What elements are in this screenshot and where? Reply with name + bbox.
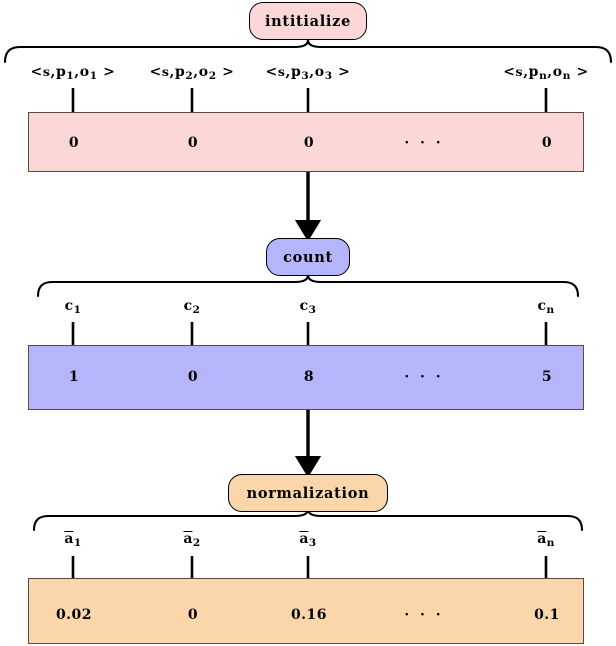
node-count[interactable]: count	[266, 238, 350, 276]
triple-predicate-2: p2	[175, 64, 194, 82]
triple-object-n: on	[552, 64, 571, 82]
count-label-2: c2	[183, 298, 201, 316]
cell-initialize-1: 0	[68, 135, 80, 151]
diagram-canvas: intitialize <s,p1,o1 > <s,p2,o2 > <s,p3,…	[0, 0, 616, 646]
angle-open-icon: <	[149, 64, 162, 80]
triple-subject-3: s	[277, 64, 286, 79]
cell-normalization-n: 0.1	[534, 607, 560, 623]
node-initialize-label: intitialize	[264, 12, 352, 30]
angle-open-icon: <	[30, 64, 43, 80]
angle-close-icon: >	[338, 64, 351, 80]
norm-label-3: a3	[299, 531, 317, 549]
triple-subject-n: s	[515, 64, 524, 79]
norm-label-1: a1	[64, 531, 82, 549]
triple-label-1: <s,p1,o1 >	[30, 64, 116, 82]
cell-count-2: 0	[187, 369, 199, 385]
cell-initialize-n: 0	[541, 135, 553, 151]
triple-predicate-n: pn	[528, 64, 548, 82]
cell-normalization-2: 0	[187, 607, 199, 623]
triple-predicate-1: p1	[56, 64, 75, 82]
row-count: 1 0 8 · · · 5	[28, 345, 584, 410]
angle-open-icon: <	[503, 64, 516, 80]
node-normalization[interactable]: normalization	[228, 474, 388, 512]
cell-initialize-2: 0	[187, 135, 199, 151]
ellipsis-count: · · ·	[404, 369, 444, 385]
cell-initialize-3: 0	[303, 135, 315, 151]
count-label-1: c1	[64, 298, 82, 316]
node-initialize[interactable]: intitialize	[249, 2, 367, 40]
ellipsis-initialize: · · ·	[404, 135, 444, 151]
angle-close-icon: >	[103, 64, 116, 80]
count-label-3: c3	[299, 298, 317, 316]
node-normalization-label: normalization	[246, 484, 370, 502]
norm-label-2: a2	[183, 531, 201, 549]
triple-object-1: o1	[79, 64, 98, 82]
cell-count-n: 5	[541, 369, 553, 385]
cell-normalization-3: 0.16	[290, 607, 328, 623]
angle-close-icon: >	[222, 64, 235, 80]
node-count-label: count	[283, 248, 333, 266]
row-normalization: 0.02 0 0.16 · · · 0.1	[28, 578, 584, 644]
connector-layer	[3, 39, 613, 607]
triple-label-2: <s,p2,o2 >	[149, 64, 235, 82]
cell-normalization-1: 0.02	[55, 607, 93, 623]
row-initialize: 0 0 0 · · · 0	[28, 112, 584, 172]
triple-object-3: o3	[314, 64, 333, 82]
brace-count	[36, 274, 580, 298]
count-label-n: cn	[537, 298, 555, 316]
triple-label-3: <s,p3,o3 >	[265, 64, 351, 82]
brace-initialize	[3, 39, 613, 64]
norm-label-n: an	[537, 531, 555, 549]
cell-count-3: 8	[303, 369, 315, 385]
ellipsis-normalization: · · ·	[404, 607, 444, 623]
angle-open-icon: <	[265, 64, 278, 80]
triple-subject-2: s	[161, 64, 170, 79]
angle-close-icon: >	[576, 64, 589, 80]
triple-subject-1: s	[42, 64, 51, 79]
brace-normalization	[32, 508, 584, 532]
cell-count-1: 1	[68, 369, 80, 385]
triple-label-n: <s,pn,on >	[503, 64, 589, 82]
triple-predicate-3: p3	[291, 64, 310, 82]
triple-object-2: o2	[198, 64, 217, 82]
